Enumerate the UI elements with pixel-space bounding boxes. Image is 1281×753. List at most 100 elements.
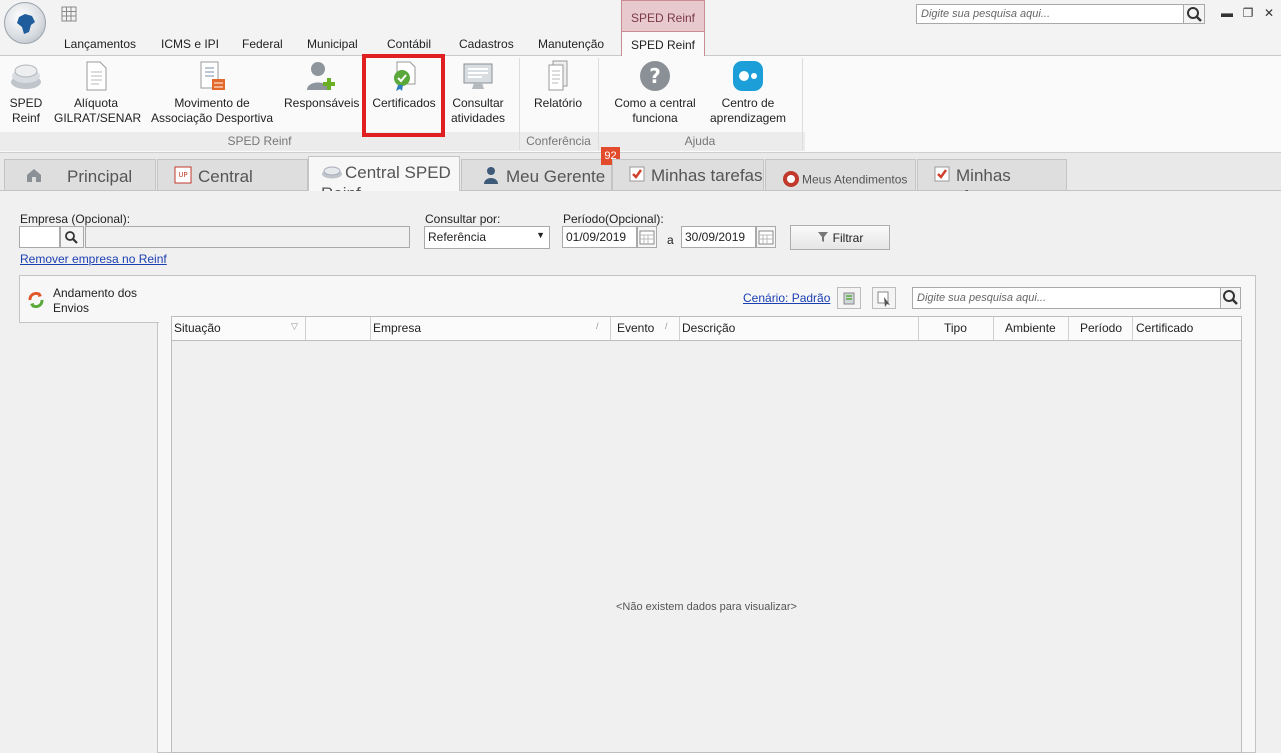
side-tab-label2: Envios: [53, 301, 90, 315]
calculator-icon[interactable]: [61, 6, 77, 22]
col-separator: [918, 317, 919, 340]
sort-icon[interactable]: /: [665, 321, 668, 331]
consultar-button[interactable]: Consultar atividades: [448, 60, 508, 126]
menu-tab-municipal[interactable]: Municipal: [307, 37, 358, 51]
group-label-conferencia: Conferência: [526, 134, 591, 148]
app-logo[interactable]: [4, 2, 46, 44]
col-ambiente[interactable]: Ambiente: [1005, 321, 1056, 335]
col-separator: [370, 317, 371, 340]
tab-central-packup[interactable]: UPCentral PackUp: [157, 159, 308, 208]
empresa-label: Empresa (Opcional):: [20, 212, 131, 226]
aliquota-label2: GILRAT/SENAR: [54, 111, 142, 125]
filtrar-label: Filtrar: [832, 231, 864, 245]
tab-meu-gerente[interactable]: Meu Gerente: [461, 159, 612, 190]
como-funciona-button[interactable]: ? Como a central funciona: [610, 60, 700, 126]
sped-reinf-label2: Reinf: [11, 111, 40, 125]
tab-minhas-tarefas[interactable]: Minhas tarefas: [612, 159, 764, 190]
aliquota-button[interactable]: Alíquota GILRAT/SENAR: [54, 60, 142, 126]
menu-tab-icms-ipi[interactable]: ICMS e IPI: [161, 37, 219, 51]
packup-icon: UP: [174, 166, 192, 189]
tab-meu-gerente-label: Meu Gerente: [506, 166, 606, 186]
svg-text:?: ?: [649, 64, 661, 88]
relatorio-label: Relatório: [533, 96, 583, 110]
tab-meus-atendimentos-label: Meus Atendimentos: [802, 172, 908, 187]
search-icon[interactable]: [1183, 4, 1205, 24]
consultar-select[interactable]: Referência ▼: [424, 226, 550, 249]
consultar-select-value: Referência: [428, 230, 487, 244]
checkbox-checked-icon: [629, 166, 645, 187]
grid-body: [171, 341, 1242, 753]
movimento-button[interactable]: Movimento de Associação Desportiva: [150, 60, 274, 126]
empty-message: <Não existem dados para visualizar>: [616, 601, 797, 613]
side-tab-andamento[interactable]: Andamento dos Envios: [19, 275, 159, 323]
restore-icon[interactable]: ❐: [1241, 6, 1255, 20]
sped-reinf-icon: [10, 60, 42, 92]
tab-minhas-tarefas-label: Minhas tarefas: [651, 166, 763, 185]
menu-tab-lancamentos[interactable]: Lançamentos: [64, 37, 136, 51]
select-cursor-icon[interactable]: [872, 287, 896, 309]
sped-reinf-button[interactable]: SPED Reinf: [4, 60, 48, 126]
search-icon[interactable]: [60, 226, 84, 248]
consultar-label: Consultar por:: [425, 212, 501, 226]
responsaveis-button[interactable]: Responsáveis: [284, 60, 360, 111]
highlight-box: [362, 54, 445, 137]
col-tipo[interactable]: Tipo: [944, 321, 967, 335]
date-from-input[interactable]: 01/09/2019: [562, 226, 637, 248]
col-empresa[interactable]: Empresa: [373, 321, 421, 335]
report-icon: [542, 60, 574, 92]
col-descricao[interactable]: Descrição: [682, 321, 735, 335]
menu-tab-sped-reinf[interactable]: SPED Reinf: [621, 31, 705, 57]
col-periodo[interactable]: Período: [1080, 321, 1122, 335]
tab-minhas-tarefas-2[interactable]: Minhas tarefas: [917, 159, 1067, 206]
como-funciona-label2: funciona: [632, 111, 678, 125]
tab-principal-label: Principal: [67, 166, 133, 186]
col-evento[interactable]: Evento: [617, 321, 654, 335]
cenario-link[interactable]: Cenário: Padrão: [743, 291, 830, 305]
tab-central-sped-reinf[interactable]: Central SPED Reinf: [308, 156, 460, 203]
menu-tab-cadastros[interactable]: Cadastros: [459, 37, 514, 51]
close-icon[interactable]: ✕: [1262, 6, 1276, 20]
export-icon[interactable]: [837, 287, 861, 309]
sped-reinf-label1: SPED: [9, 96, 43, 110]
group-label-ajuda: Ajuda: [684, 134, 716, 148]
tab-principal[interactable]: Principal: [4, 159, 156, 190]
aliquota-label1: Alíquota: [73, 96, 119, 110]
empresa-name-field: [85, 226, 410, 248]
col-separator: [1068, 317, 1069, 340]
chevron-down-icon: ▼: [536, 230, 545, 240]
grid-search-input[interactable]: Digite sua pesquisa aqui...: [912, 287, 1222, 309]
sped-reinf-icon: [321, 164, 343, 184]
side-tab-label1: Andamento dos: [53, 286, 138, 300]
remover-empresa-link[interactable]: Remover empresa no Reinf: [20, 252, 167, 266]
relatorio-button[interactable]: Relatório: [528, 60, 588, 111]
minimize-icon[interactable]: ▬: [1220, 6, 1234, 20]
sort-icon[interactable]: /: [596, 321, 599, 331]
filter-icon: [817, 231, 829, 246]
filter-icon[interactable]: ▽: [291, 321, 298, 332]
menu-tab-federal[interactable]: Federal: [242, 37, 283, 51]
help-icon: ?: [639, 60, 671, 92]
date-to-input[interactable]: 30/09/2019: [681, 226, 756, 248]
col-certificado[interactable]: Certificado: [1136, 321, 1193, 335]
movimento-label2: Associação Desportiva: [150, 111, 274, 125]
top-search-input[interactable]: Digite sua pesquisa aqui...: [916, 4, 1184, 24]
movimento-label1: Movimento de: [174, 96, 250, 110]
menu-tab-manutencao[interactable]: Manutenção: [538, 37, 604, 51]
consultar-label2: atividades: [450, 111, 506, 125]
calendar-icon[interactable]: [637, 226, 657, 248]
date-separator: a: [667, 233, 674, 247]
user-icon: [482, 166, 500, 189]
filtrar-button[interactable]: Filtrar: [790, 225, 890, 250]
centro-aprendizagem-label2: aprendizagem: [709, 111, 787, 125]
col-separator: [679, 317, 680, 340]
document-icon: [80, 60, 112, 92]
tab-meus-atendimentos[interactable]: Meus Atendimentos: [765, 159, 916, 190]
menu-tab-contabil[interactable]: Contábil: [387, 37, 431, 51]
centro-aprendizagem-button[interactable]: Centro de aprendizagem: [706, 60, 790, 126]
col-situacao[interactable]: Situação: [174, 321, 221, 335]
calendar-icon[interactable]: [756, 226, 776, 248]
empresa-code-input[interactable]: [19, 226, 60, 248]
col-separator: [1132, 317, 1133, 340]
search-icon[interactable]: [1220, 287, 1241, 309]
responsaveis-label: Responsáveis: [284, 96, 360, 110]
